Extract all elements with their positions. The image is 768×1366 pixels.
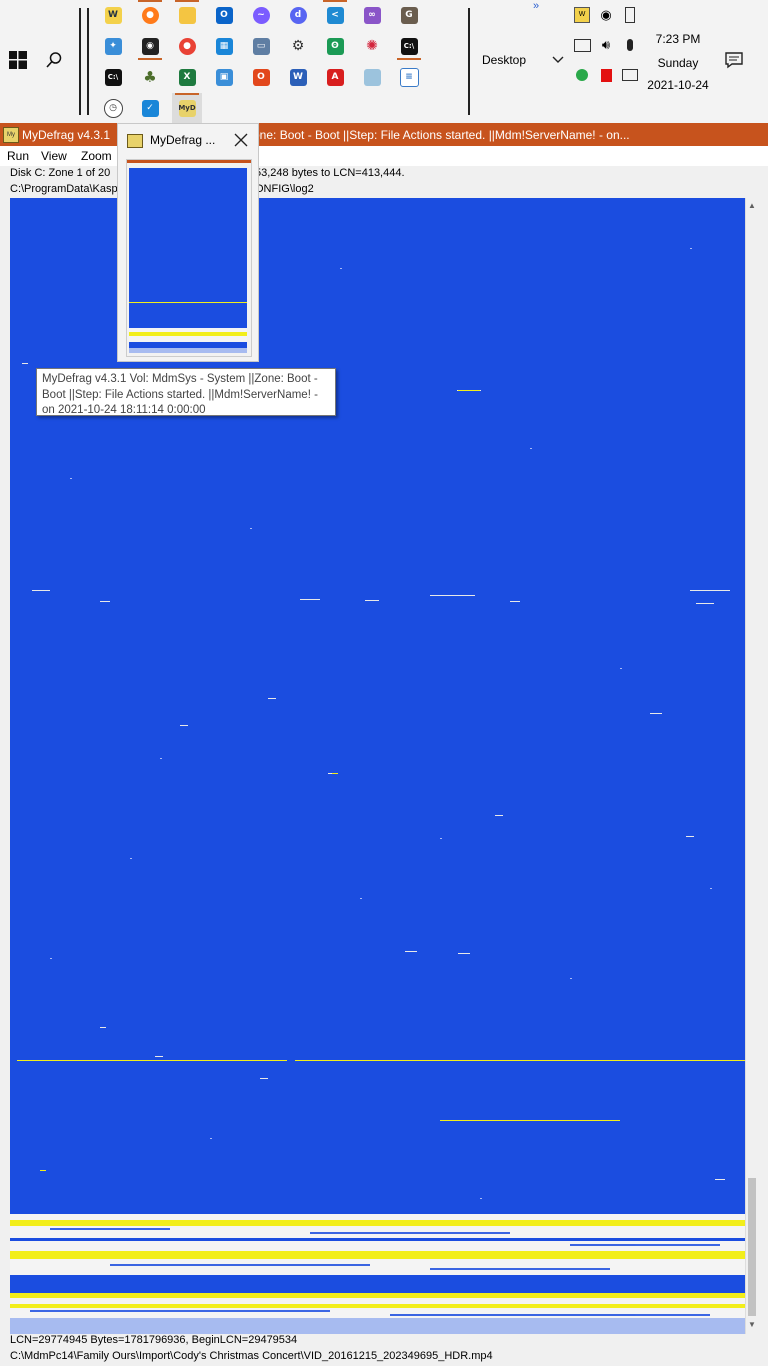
status-line-2-continued: ONFIG\log2 <box>255 183 314 195</box>
mydefrag-app-icon: My <box>3 127 19 143</box>
display-tray-icon[interactable] <box>571 34 593 56</box>
red-star-app-icon[interactable]: ✺ <box>357 31 387 61</box>
taskbar: W ● O ~ d < ∞ G ✦ ◉ ● ▦ ▭ ⚙ ʘ ✺ C:\ C:\ … <box>0 0 768 123</box>
firefox-icon[interactable]: ● <box>135 0 165 30</box>
terminal-icon[interactable]: C:\ <box>394 31 424 61</box>
window-tooltip: MyDefrag v4.3.1 Vol: MdmSys - System ||Z… <box>36 368 336 416</box>
start-button[interactable] <box>0 42 36 78</box>
mydefrag-icon[interactable]: MyD <box>172 93 202 123</box>
acrobat-icon[interactable]: A <box>320 62 350 92</box>
status-line-2: C:\ProgramData\Kasp <box>10 183 118 195</box>
menu-run[interactable]: Run <box>7 149 29 163</box>
taskbar-separator <box>87 8 89 115</box>
window-title-bar[interactable]: My MyDefrag v4.3.1 one: Boot - Boot ||St… <box>0 123 768 146</box>
taskbar-thumbnail-popup[interactable]: MyDefrag ... <box>117 123 259 362</box>
camera-app-icon[interactable]: ◉ <box>135 31 165 61</box>
messenger-icon[interactable]: ~ <box>246 0 276 30</box>
office-icon[interactable]: O <box>246 62 276 92</box>
pinned-apps-grid: W ● O ~ d < ∞ G ✦ ◉ ● ▦ ▭ ⚙ ʘ ✺ C:\ C:\ … <box>95 0 435 123</box>
notification-icon <box>725 52 743 69</box>
file-path-line: C:\MdmPc14\Family Ours\Import\Cody's Chr… <box>10 1350 493 1362</box>
scrollbar-thumb[interactable] <box>748 1178 756 1316</box>
volume-icon[interactable]: 🔊︎ <box>595 34 617 56</box>
wc-tray-icon[interactable]: W <box>571 4 593 26</box>
tree-app-icon[interactable]: ♣ <box>135 62 165 92</box>
notepad-calc-icon[interactable]: W <box>98 0 128 30</box>
close-icon[interactable] <box>231 130 251 150</box>
vscode-icon[interactable]: < <box>320 0 350 30</box>
clock-day: Sunday <box>657 56 699 70</box>
cmd-icon[interactable]: C:\ <box>98 62 128 92</box>
file-explorer-icon[interactable] <box>172 0 202 30</box>
control-panel-icon[interactable]: ✦ <box>98 31 128 61</box>
menu-zoom[interactable]: Zoom <box>81 149 112 163</box>
window-preview-image[interactable] <box>126 159 252 357</box>
search-icon <box>46 52 62 68</box>
microphone-icon[interactable] <box>619 34 641 56</box>
clock-date: 2021-10-24 <box>647 78 709 92</box>
window-title-continued: one: Boot - Boot ||Step: File Actions st… <box>253 128 630 142</box>
red-tray-icon[interactable] <box>595 64 617 86</box>
chevron-down-icon[interactable] <box>552 55 564 65</box>
scroll-up-icon[interactable]: ▲ <box>748 201 756 210</box>
thumbnail-title: MyDefrag ... <box>150 133 216 147</box>
scroll-down-icon[interactable]: ▼ <box>748 1320 756 1329</box>
mydefrag-app-icon <box>127 134 143 148</box>
action-center-button[interactable] <box>724 50 744 73</box>
menu-view[interactable]: View <box>41 149 67 163</box>
clock-time: 7:23 PM <box>655 32 701 46</box>
green-app-icon[interactable]: ʘ <box>320 31 350 61</box>
toolbar-overflow-button[interactable]: » <box>533 0 539 12</box>
checkmark-app-icon[interactable]: ✓ <box>135 93 165 123</box>
status-line-1: Disk C: Zone 1 of 20 <box>10 167 111 179</box>
camera-tray-icon[interactable]: ◉ <box>595 4 617 26</box>
chrome-icon[interactable]: ● <box>172 31 202 61</box>
cluster-info-line: LCN=29774945 Bytes=1781796936, BeginLCN=… <box>10 1334 298 1346</box>
taskbar-clock[interactable]: 7:23 PM Sunday 2021-10-24 <box>640 30 716 96</box>
notebook-icon[interactable] <box>357 62 387 92</box>
network-icon[interactable] <box>619 64 641 86</box>
windows-store-icon[interactable]: ▦ <box>209 31 239 61</box>
vertical-scrollbar[interactable]: ▲ ▼ <box>745 198 759 1334</box>
settings-icon[interactable]: ⚙ <box>283 31 313 61</box>
window-title: MyDefrag v4.3.1 <box>22 128 111 142</box>
search-button[interactable] <box>36 42 72 78</box>
visual-studio-icon[interactable]: ∞ <box>357 0 387 30</box>
document-icon[interactable]: ≡ <box>394 62 424 92</box>
excel-icon[interactable]: X <box>172 62 202 92</box>
taskbar-separator <box>79 8 81 115</box>
desktop-toolbar-label[interactable]: Desktop <box>482 53 526 67</box>
green-tray-icon[interactable] <box>571 64 593 86</box>
image-viewer-icon[interactable]: ▣ <box>209 62 239 92</box>
windows-logo-icon <box>9 51 27 69</box>
word-icon[interactable]: W <box>283 62 313 92</box>
gimp-icon[interactable]: G <box>394 0 424 30</box>
menu-bar: Run View Zoom <box>0 146 768 166</box>
clock-app-icon[interactable]: ◷ <box>98 93 128 123</box>
remote-desktop-icon[interactable]: ▭ <box>246 31 276 61</box>
discord-icon[interactable]: d <box>283 0 313 30</box>
status-line-1-continued: 53,248 bytes to LCN=413,444. <box>255 167 405 179</box>
usb-tray-icon[interactable] <box>619 4 641 26</box>
taskbar-separator <box>468 8 470 115</box>
outlook-icon[interactable]: O <box>209 0 239 30</box>
